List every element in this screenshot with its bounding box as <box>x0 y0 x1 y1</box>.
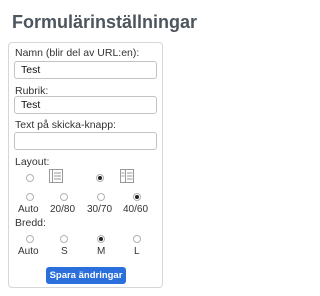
width-auto-radio[interactable] <box>26 235 34 243</box>
layout-30-70-radio-lower[interactable] <box>97 193 105 201</box>
layout-option-label: 30/70 <box>87 204 113 215</box>
width-option-label: S <box>61 246 68 257</box>
width-s-radio[interactable] <box>60 235 68 243</box>
save-button[interactable]: Spara ändringar <box>46 267 126 284</box>
width-m-radio[interactable] <box>97 235 105 243</box>
width-l-radio[interactable] <box>133 235 141 243</box>
layout-auto-radio-lower[interactable] <box>26 193 34 201</box>
layout-label: Layout: <box>15 156 50 168</box>
submit-text-input[interactable] <box>14 132 157 150</box>
layout-40-60-radio[interactable] <box>133 193 141 201</box>
width-option-label: Auto <box>18 246 39 257</box>
width-label: Bredd: <box>15 217 46 229</box>
layout-option-label: 40/60 <box>123 204 149 215</box>
name-input[interactable] <box>14 61 157 79</box>
name-label: Namn (blir del av URL:en): <box>15 47 140 59</box>
submit-text-label: Text på skicka-knapp: <box>15 119 116 131</box>
width-option-label: M <box>97 246 106 257</box>
heading-input[interactable] <box>14 96 157 114</box>
layout-20-80-icon[interactable] <box>49 169 63 183</box>
layout-option-label: Auto <box>18 204 39 215</box>
form-settings-panel: Namn (blir del av URL:en): Rubrik: Text … <box>8 42 163 288</box>
layout-20-80-radio[interactable] <box>60 193 68 201</box>
layout-option-label: 20/80 <box>50 204 76 215</box>
layout-40-60-icon[interactable] <box>120 169 134 183</box>
width-option-label: L <box>134 246 140 257</box>
layout-auto-radio[interactable] <box>26 174 34 182</box>
page-title: Formulärinställningar <box>12 12 198 32</box>
layout-30-70-radio[interactable] <box>96 174 104 182</box>
